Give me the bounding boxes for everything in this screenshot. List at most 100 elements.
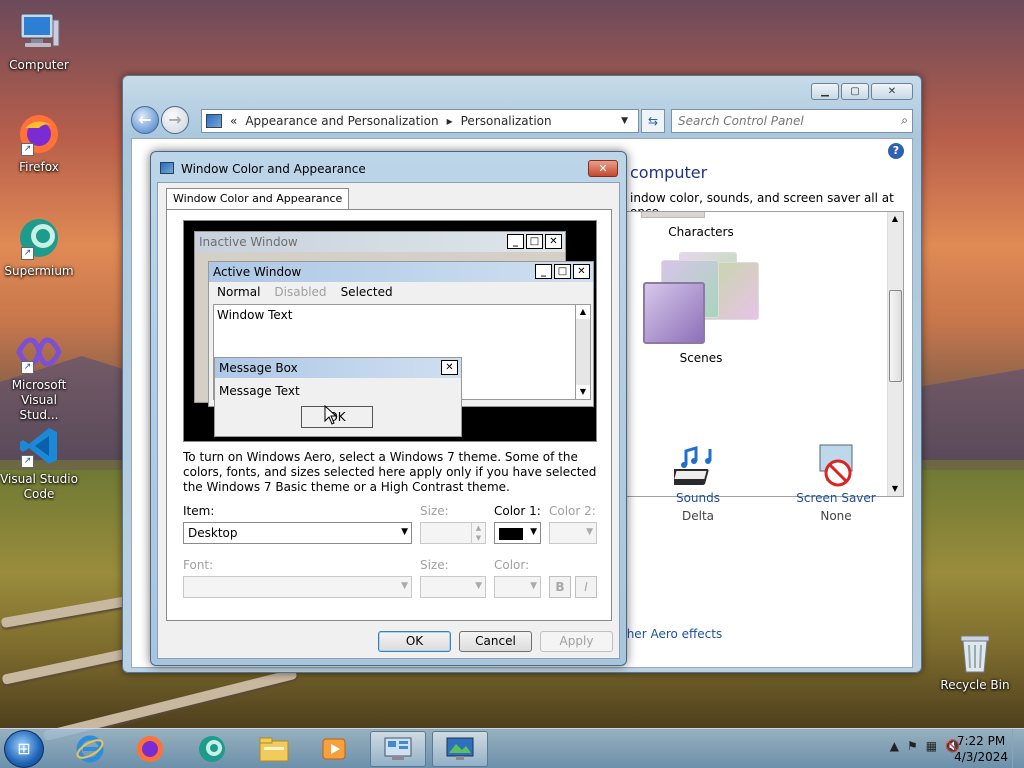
mouse-cursor-icon: [324, 405, 338, 425]
dialog-body: Window Color and Appearance Inactive Win…: [157, 182, 620, 659]
desktop-icon-firefox[interactable]: ↗ Firefox: [0, 112, 78, 175]
size-spinner-icon[interactable]: ▲ ▼: [471, 523, 485, 543]
navigation-buttons: ← →: [131, 106, 189, 134]
clock-date: 4/3/2024: [954, 750, 1008, 764]
font-select[interactable]: ▼: [183, 576, 412, 598]
vscode-icon: ↗: [15, 424, 63, 468]
desktop-icon-computer[interactable]: Computer: [0, 10, 78, 73]
window-color-dialog: Window Color and Appearance ✕ Window Col…: [150, 151, 627, 666]
color1-picker[interactable]: ▼: [494, 522, 541, 544]
breadcrumb-separator-icon: ▸: [446, 114, 453, 128]
maximize-icon: □: [554, 264, 571, 279]
font-size-label: Size:: [420, 558, 449, 572]
sounds-item[interactable]: Sounds Delta: [648, 443, 748, 523]
chevron-down-icon: ▼: [530, 581, 537, 591]
start-button[interactable]: ⊞: [4, 730, 44, 768]
action-center-flag-icon[interactable]: ⚑: [907, 739, 918, 753]
shortcut-arrow-icon: ↗: [21, 361, 34, 374]
scrollbar-thumb[interactable]: [889, 290, 902, 382]
ie-icon: [76, 735, 104, 763]
theme-label-characters[interactable]: Characters: [641, 225, 761, 239]
characters-theme-preview[interactable]: [641, 212, 705, 218]
message-box-text: Message Text: [219, 384, 300, 398]
taskbar-media-player[interactable]: [306, 731, 362, 767]
close-button[interactable]: ✕: [871, 83, 913, 100]
search-icon[interactable]: ⌕: [901, 113, 908, 128]
search-input[interactable]: Search Control Panel ⌕: [671, 109, 913, 133]
shortcut-arrow-icon: ↗: [21, 455, 34, 468]
show-desktop-button[interactable]: [1012, 729, 1024, 768]
theme-list-scrollbar[interactable]: ▲ ▼: [887, 212, 903, 496]
breadcrumb-appearance[interactable]: Appearance and Personalization: [245, 114, 438, 128]
scroll-down-icon[interactable]: ▼: [888, 482, 902, 496]
firefox-icon: ↗: [15, 112, 63, 156]
breadcrumb-overflow[interactable]: «: [230, 114, 237, 128]
minimize-icon: _: [535, 264, 552, 279]
recycle-bin-icon: [951, 630, 999, 674]
preview-scrollbar: ▲ ▼: [575, 304, 591, 400]
taskbar-ie[interactable]: [62, 731, 118, 767]
scenes-theme-preview[interactable]: [643, 252, 759, 344]
font-color-picker[interactable]: ▼: [494, 576, 541, 598]
close-icon: ✕: [545, 234, 562, 249]
control-panel-icon: [206, 114, 222, 128]
taskbar-supermium[interactable]: [184, 731, 240, 767]
preview-message-box[interactable]: Message Box ✕ Message Text OK: [214, 357, 462, 437]
maximize-button[interactable]: ▢: [841, 83, 869, 100]
desktop-icon-supermium[interactable]: ↗ Supermium: [0, 216, 78, 279]
minimize-button[interactable]: ▁: [811, 83, 839, 100]
computer-icon: [15, 10, 63, 54]
bold-button[interactable]: B: [549, 576, 571, 598]
font-size-select[interactable]: ▼: [420, 576, 486, 598]
address-bar[interactable]: « Appearance and Personalization ▸ Perso…: [201, 109, 639, 133]
show-hidden-icons-icon[interactable]: ▲: [890, 739, 899, 753]
help-icon[interactable]: ?: [888, 143, 904, 159]
close-icon: ✕: [441, 360, 458, 375]
color2-picker[interactable]: ▼: [549, 522, 597, 544]
clock[interactable]: 7:22 PM 4/3/2024: [954, 733, 1008, 765]
desktop-icon-visual-studio[interactable]: ↗ Microsoft Visual Stud...: [0, 330, 78, 423]
cancel-button[interactable]: Cancel: [459, 631, 532, 652]
taskbar-display[interactable]: [432, 731, 488, 767]
tab-panel: Inactive Window _ □ ✕ Active Window _ □: [166, 209, 612, 621]
breadcrumb-personalization[interactable]: Personalization: [461, 114, 552, 128]
message-box-title: Message Box: [215, 358, 461, 378]
screen-saver-item[interactable]: Screen Saver None: [786, 443, 886, 523]
apply-button[interactable]: Apply: [540, 631, 613, 652]
refresh-button[interactable]: ⇆: [641, 109, 665, 133]
italic-button[interactable]: I: [575, 576, 597, 598]
aero-effects-link[interactable]: ther Aero effects: [622, 627, 722, 641]
taskbar-firefox[interactable]: [122, 731, 178, 767]
theme-label-scenes[interactable]: Scenes: [641, 351, 761, 365]
dialog-close-button[interactable]: ✕: [588, 160, 618, 177]
explorer-icon: [259, 737, 289, 762]
appearance-preview[interactable]: Inactive Window _ □ ✕ Active Window _ □: [183, 220, 597, 442]
font-label: Font:: [183, 558, 214, 572]
desktop-icon-vscode[interactable]: ↗ Visual Studio Code: [0, 424, 78, 502]
ok-button[interactable]: OK: [378, 631, 451, 652]
shortcut-arrow-icon: ↗: [21, 143, 34, 156]
item-label: Item:: [183, 504, 215, 518]
taskbar-explorer[interactable]: [246, 731, 302, 767]
menu-normal: Normal: [217, 285, 261, 299]
media-player-icon: [322, 738, 346, 760]
address-dropdown-icon[interactable]: ▼: [621, 116, 628, 126]
close-icon: ✕: [573, 264, 590, 279]
supermium-icon: [199, 736, 225, 762]
item-size-input[interactable]: ▲ ▼: [420, 522, 486, 544]
back-button[interactable]: ←: [131, 106, 159, 134]
taskbar-control-panel[interactable]: [370, 731, 426, 767]
control-panel-icon: [384, 737, 412, 760]
forward-button[interactable]: →: [161, 106, 189, 134]
dialog-app-icon: [160, 162, 174, 174]
screen-saver-icon: [786, 443, 886, 491]
tab-window-color[interactable]: Window Color and Appearance: [166, 188, 350, 210]
chevron-down-icon: ▼: [586, 527, 593, 537]
item-select[interactable]: Desktop ▼: [183, 522, 412, 544]
desktop-icon-recycle-bin[interactable]: Recycle Bin: [936, 630, 1014, 693]
menu-selected: Selected: [340, 285, 393, 299]
scroll-up-icon[interactable]: ▲: [888, 212, 902, 226]
network-icon[interactable]: ▦: [926, 739, 937, 753]
maximize-icon: □: [526, 234, 543, 249]
item-size-label: Size:: [420, 504, 449, 518]
